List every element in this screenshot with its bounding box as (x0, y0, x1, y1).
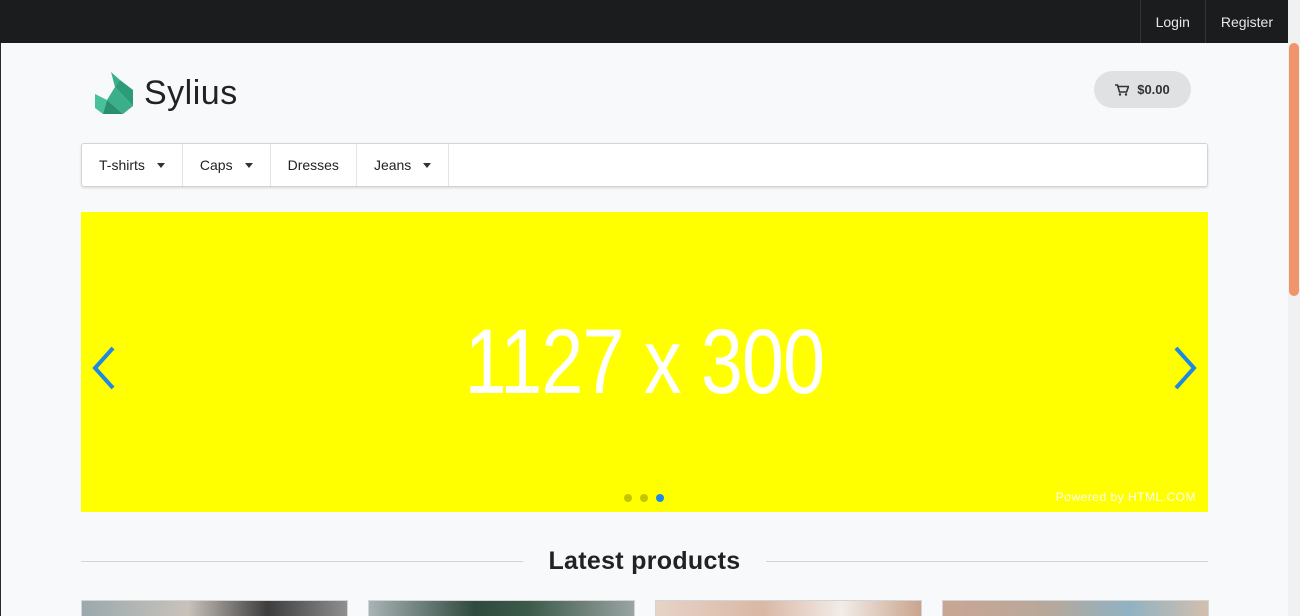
menu-item-label: Dresses (287, 157, 339, 173)
page-scrollbar[interactable] (1288, 0, 1300, 616)
banner-placeholder-text: 1127 x 300 (464, 310, 825, 413)
product-card[interactable] (942, 600, 1209, 616)
carousel-dot[interactable] (640, 494, 648, 502)
product-card[interactable] (81, 600, 348, 616)
chevron-right-icon[interactable] (1170, 344, 1200, 392)
menu-item-jeans[interactable]: Jeans (357, 144, 450, 186)
menu-item-t-shirts[interactable]: T-shirts (82, 144, 183, 186)
category-menu: T-shirts Caps Dresses Jeans (81, 143, 1208, 187)
product-card[interactable] (655, 600, 922, 616)
sylius-logo-icon (95, 72, 133, 114)
login-link[interactable]: Login (1139, 0, 1205, 43)
menu-item-label: T-shirts (99, 157, 145, 173)
carousel-dot[interactable] (624, 494, 632, 502)
divider (765, 560, 1208, 562)
register-link[interactable]: Register (1204, 0, 1288, 43)
cart-icon (1115, 83, 1130, 96)
carousel-dot-active[interactable] (656, 494, 664, 502)
logo[interactable]: Sylius (93, 70, 238, 116)
brand-name: Sylius (144, 73, 238, 112)
caret-down-icon (156, 162, 165, 168)
caret-down-icon (244, 162, 253, 168)
menu-item-label: Caps (199, 157, 233, 173)
hero-carousel: 1127 x 300 Powered by HTML.COM (81, 212, 1208, 512)
window-edge (0, 43, 1, 616)
menu-item-label: Jeans (373, 157, 412, 173)
scrollbar-thumb[interactable] (1289, 43, 1299, 296)
powered-by-label: Powered by HTML.COM (1055, 490, 1196, 504)
latest-products-heading: Latest products (81, 544, 1208, 578)
top-bar: Login Register (0, 0, 1288, 43)
cart-button[interactable]: $0.00 (1094, 71, 1191, 108)
product-card[interactable] (368, 600, 635, 616)
divider (81, 560, 524, 562)
section-title: Latest products (548, 546, 741, 575)
menu-item-caps[interactable]: Caps (183, 144, 271, 186)
cart-total: $0.00 (1137, 82, 1170, 97)
caret-down-icon (423, 162, 432, 168)
chevron-left-icon[interactable] (89, 344, 119, 392)
menu-item-dresses[interactable]: Dresses (271, 144, 357, 186)
carousel-dots (624, 494, 664, 502)
